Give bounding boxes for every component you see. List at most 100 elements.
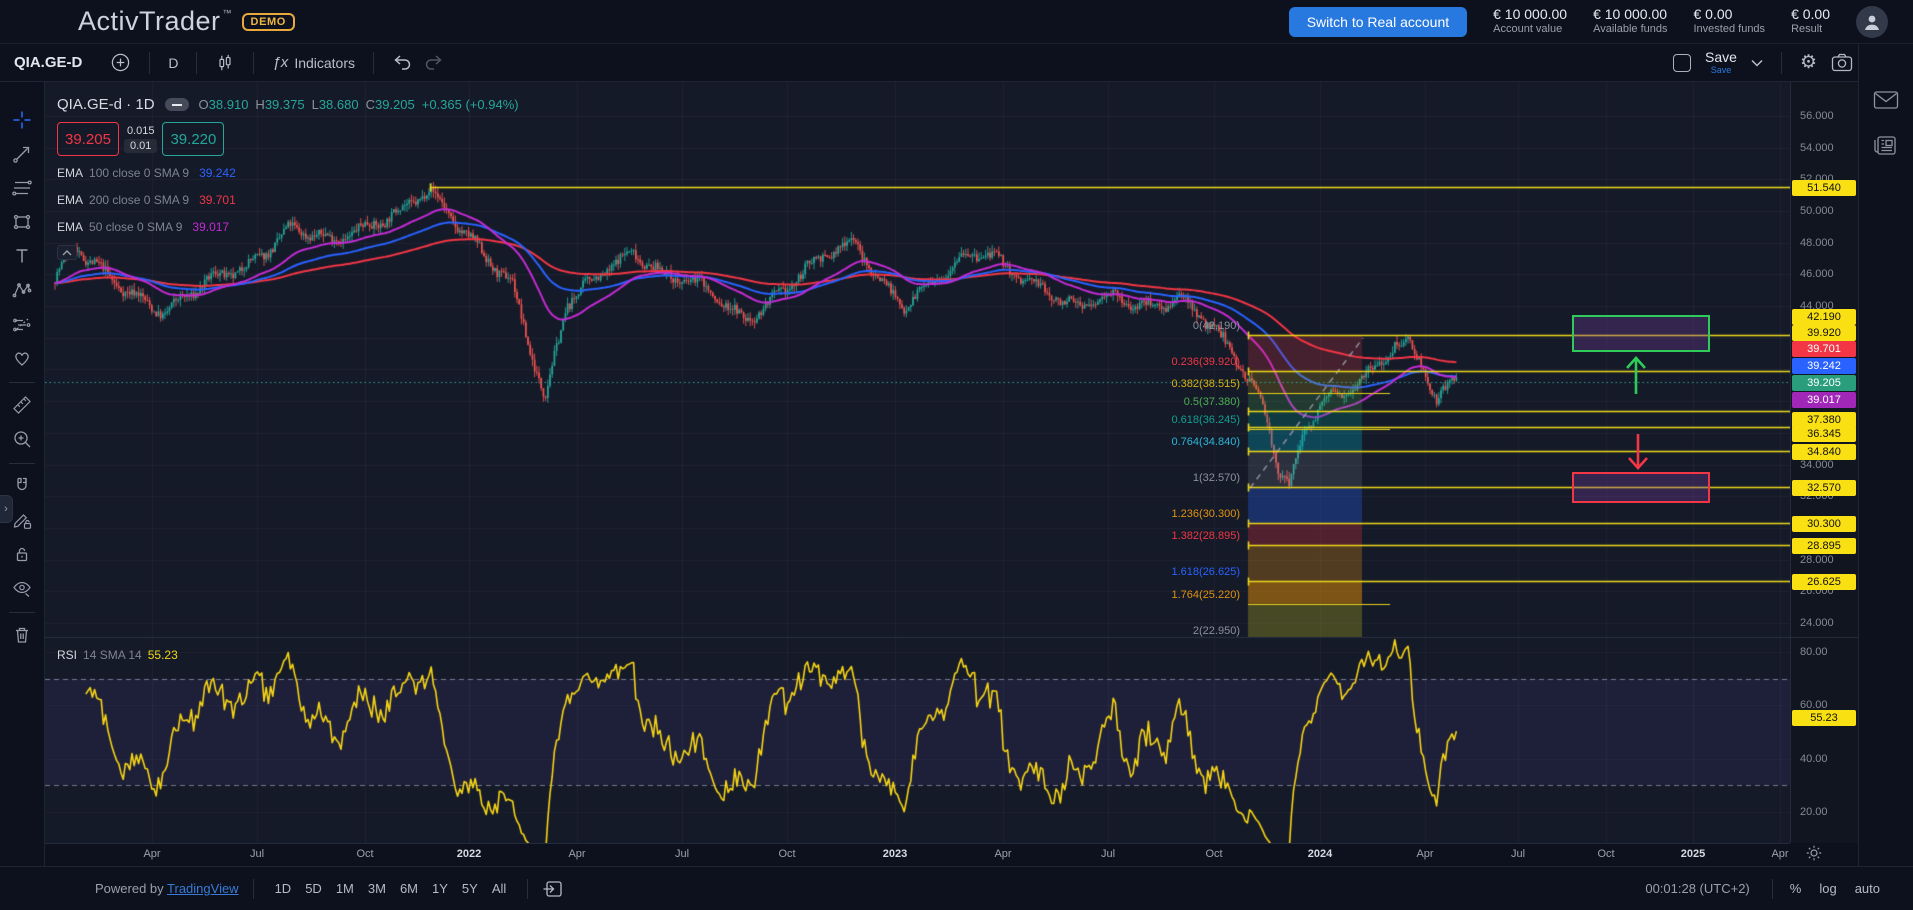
low-value: 38.680 — [319, 97, 359, 112]
mail-button[interactable] — [1873, 90, 1899, 115]
chevron-up-icon — [62, 250, 72, 256]
buy-ask-button[interactable]: 39.220 — [162, 122, 224, 156]
sell-bid-button[interactable]: 39.205 — [57, 122, 119, 156]
indicator-name: EMA — [57, 220, 83, 234]
time-tick-label: Jul — [1101, 848, 1115, 860]
save-layout-button[interactable]: Save Save — [1705, 50, 1737, 75]
activtrader-app: ActivTrader ™ DEMO Switch to Real accoun… — [0, 0, 1913, 910]
fib-level-label[interactable]: 1.618(26.625) — [1172, 566, 1241, 578]
price-value-label: 30.300 — [1792, 516, 1856, 532]
fib-level-label[interactable]: 1.236(30.300) — [1172, 508, 1241, 520]
legend-collapse-button[interactable] — [57, 245, 77, 260]
low-key: L — [312, 97, 319, 112]
tool-lock-all-drawings[interactable] — [6, 538, 38, 570]
range-3m-button[interactable]: 3M — [361, 877, 393, 900]
fib-level-label[interactable]: 0.5(37.380) — [1184, 396, 1240, 408]
tool-text[interactable] — [6, 240, 38, 272]
undo-button[interactable] — [386, 50, 418, 76]
available-funds-label: Available funds — [1593, 23, 1667, 37]
range-5y-button[interactable]: 5Y — [455, 877, 485, 900]
pane-separator[interactable] — [45, 637, 1858, 638]
demo-badge: DEMO — [242, 13, 295, 31]
fib-level-label[interactable]: 0.236(39.920) — [1172, 356, 1241, 368]
tool-xabcd-pattern[interactable] — [6, 274, 38, 306]
person-icon — [1862, 12, 1882, 32]
tradingview-link[interactable]: TradingView — [167, 881, 239, 896]
time-tick-label: Apr — [994, 848, 1011, 860]
log-scale-button[interactable]: log — [1810, 877, 1845, 900]
fx-icon: ƒx — [272, 54, 288, 71]
fib-level-label[interactable]: 0.618(36.245) — [1172, 414, 1241, 426]
chevron-down-icon[interactable] — [1751, 59, 1763, 67]
price-axis[interactable]: 56.00054.00052.00050.00048.00046.00044.0… — [1790, 82, 1858, 843]
go-to-date-icon[interactable] — [542, 879, 564, 899]
chart-area[interactable]: 0(42.190) 0.236(39.920) 0.382(38.515) 0.5(3… — [45, 82, 1790, 843]
range-1m-button[interactable]: 1M — [329, 877, 361, 900]
percent-scale-button[interactable]: % — [1781, 877, 1811, 900]
tool-favorites[interactable] — [6, 342, 38, 374]
fib-level-label[interactable]: 2(22.950) — [1193, 625, 1240, 637]
tool-ruler[interactable] — [6, 389, 38, 421]
tool-fib-lines[interactable] — [6, 172, 38, 204]
fib-level-label[interactable]: 0(42.190) — [1193, 320, 1240, 332]
close-value: 39.205 — [375, 97, 415, 112]
tool-remove-drawings[interactable] — [6, 619, 38, 651]
rectangle-icon — [11, 211, 33, 233]
range-5d-button[interactable]: 5D — [298, 877, 329, 900]
range-1d-button[interactable]: 1D — [268, 877, 299, 900]
compare-add-button[interactable] — [104, 48, 137, 77]
rsi-legend-row[interactable]: RSI 14 SMA 14 55.23 — [57, 648, 178, 662]
multichart-checkbox[interactable] — [1673, 54, 1691, 72]
tool-forecast[interactable] — [6, 308, 38, 340]
redo-button[interactable] — [418, 50, 450, 76]
ema200-legend-row[interactable]: EMA 200 close 0 SMA 9 39.701 — [57, 190, 519, 210]
watchlist-panel-toggle[interactable]: › — [0, 495, 13, 523]
fib-level-label[interactable]: 1.382(28.895) — [1172, 530, 1241, 542]
account-value-label: Account value — [1493, 23, 1567, 37]
pencil-lock-icon — [11, 509, 33, 531]
open-value: 38.910 — [209, 97, 249, 112]
right-icon-strip — [1858, 44, 1913, 866]
change-value: +0.365 (+0.94%) — [422, 97, 519, 112]
result-stat: € 0.00 Result — [1791, 6, 1830, 37]
time-axis[interactable]: AprJulOct2022AprJulOct2023AprJulOct2024A… — [45, 843, 1790, 866]
forecast-icon — [11, 313, 33, 335]
settings-gear-icon[interactable]: ⚙ — [1800, 51, 1817, 74]
tool-trend-line[interactable] — [6, 138, 38, 170]
symbol-button[interactable]: QIA.GE-D — [14, 54, 82, 71]
chart-style-button[interactable] — [209, 49, 241, 77]
down-arrow-drawing[interactable] — [1627, 434, 1649, 475]
legend-collapse-pill[interactable] — [165, 98, 189, 111]
long-target-box[interactable] — [1572, 315, 1710, 352]
indicator-value: 39.017 — [192, 220, 229, 234]
theme-sun-icon[interactable] — [1806, 845, 1822, 866]
tool-zoom-in[interactable] — [6, 423, 38, 455]
range-6m-button[interactable]: 6M — [393, 877, 425, 900]
range-1y-button[interactable]: 1Y — [425, 877, 455, 900]
tool-rectangle[interactable] — [6, 206, 38, 238]
tool-hide-all-drawings[interactable] — [6, 572, 38, 604]
invested-funds: € 0.00 — [1694, 6, 1766, 24]
camera-snapshot-icon[interactable] — [1831, 53, 1853, 72]
news-button[interactable] — [1873, 134, 1899, 163]
ema100-legend-row[interactable]: EMA 100 close 0 SMA 9 39.242 — [57, 163, 519, 183]
fib-level-label[interactable]: 1(32.570) — [1193, 472, 1240, 484]
chart-symbol-title[interactable]: QIA.GE-d · 1D — [57, 96, 155, 113]
up-arrow-drawing[interactable] — [1625, 356, 1647, 399]
switch-to-real-account-button[interactable]: Switch to Real account — [1289, 7, 1467, 37]
user-avatar[interactable] — [1856, 6, 1888, 38]
fib-level-label[interactable]: 0.764(34.840) — [1172, 436, 1241, 448]
auto-scale-button[interactable]: auto — [1846, 877, 1889, 900]
indicators-button[interactable]: ƒx Indicators — [266, 50, 361, 75]
session-clock[interactable]: 00:01:28 (UTC+2) — [1645, 881, 1749, 896]
tool-crosshair[interactable] — [6, 104, 38, 136]
price-tick-label: 46.000 — [1791, 268, 1858, 280]
range-all-button[interactable]: All — [485, 877, 513, 900]
ema50-legend-row[interactable]: EMA 50 close 0 SMA 9 39.017 — [57, 217, 519, 237]
short-target-box[interactable] — [1572, 472, 1710, 503]
fib-level-label[interactable]: 1.764(25.220) — [1172, 589, 1241, 601]
interval-button[interactable]: D — [162, 51, 184, 75]
save-sub-label: Save — [1711, 66, 1732, 75]
price-value-label: 34.840 — [1792, 444, 1856, 460]
fib-level-label[interactable]: 0.382(38.515) — [1172, 378, 1241, 390]
